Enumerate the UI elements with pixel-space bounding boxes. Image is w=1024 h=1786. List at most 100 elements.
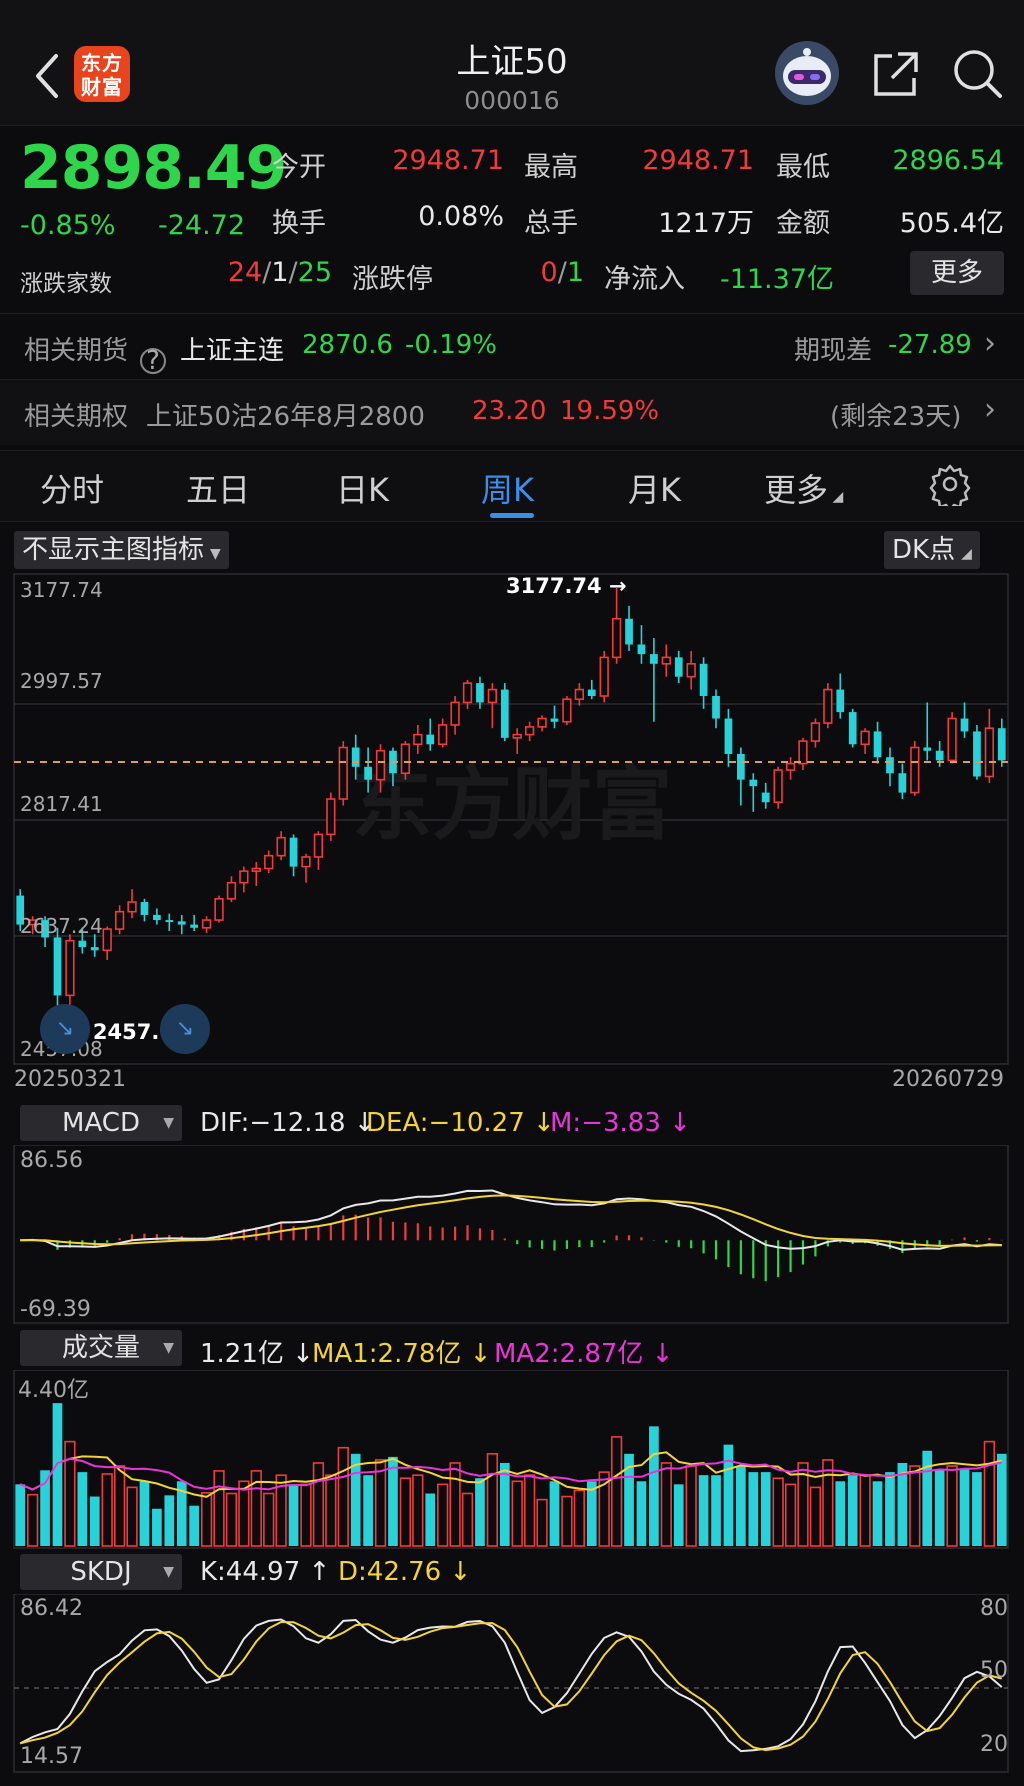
candle-body <box>873 731 882 758</box>
tab-intraday[interactable]: 分时 <box>40 465 104 511</box>
candle-body <box>674 657 683 677</box>
candle-body <box>761 792 770 803</box>
end-date: 20260729 <box>892 1067 1004 1092</box>
volume-bar <box>461 1492 474 1547</box>
back-icon[interactable] <box>28 48 68 104</box>
options-price: 23.20 <box>472 396 547 426</box>
watermark: 东方财富 <box>352 758 672 851</box>
related-futures-row[interactable]: 相关期货 ? 上证主连 2870.6 -0.19% 期现差 -27.89 › <box>0 313 1024 379</box>
volume-value: 1217万 <box>658 208 754 239</box>
buy-signal-icon[interactable]: ↘ <box>40 1004 90 1054</box>
candle-body <box>450 701 460 726</box>
dk-point-button[interactable]: DK点 ◢ <box>884 531 980 569</box>
candle-body <box>611 617 622 659</box>
candle-body <box>65 939 75 997</box>
turnover-label: 换手 <box>272 208 326 239</box>
search-icon[interactable] <box>950 46 1004 100</box>
volume-bar <box>200 1492 213 1547</box>
volume-bar <box>822 1459 834 1547</box>
volume-selector[interactable]: 成交量 ▼ <box>20 1330 182 1366</box>
volume-bar <box>660 1462 672 1547</box>
macd-selector[interactable]: MACD ▼ <box>20 1105 182 1141</box>
options-pct: 19.59% <box>560 396 660 426</box>
pane-frame <box>13 1145 1009 1324</box>
skdj-min: 14.57 <box>20 1744 83 1769</box>
candle-body <box>724 718 733 754</box>
page-title: 上证50 <box>456 42 568 82</box>
tab-five-day[interactable]: 五日 <box>186 465 250 511</box>
volume-bar <box>847 1475 858 1546</box>
candle-body <box>737 753 745 780</box>
main-indicator-selector[interactable]: 不显示主图指标 ▼ <box>14 531 229 569</box>
tab-weekly-k[interactable]: 周K <box>481 465 534 511</box>
volume-bar <box>238 1480 250 1547</box>
candle-body <box>364 766 372 780</box>
volume-bar <box>523 1474 536 1547</box>
candle-body <box>973 731 981 777</box>
candle-body <box>712 696 720 719</box>
volume-bar <box>425 1493 436 1546</box>
volume-bar <box>89 1496 100 1546</box>
skdj-selector[interactable]: SKDJ ▼ <box>20 1554 182 1590</box>
tab-daily-k[interactable]: 日K <box>336 465 389 511</box>
candle-body <box>487 688 498 704</box>
macd-min: -69.39 <box>20 1297 91 1322</box>
volume-bar <box>549 1481 560 1546</box>
volume-bar <box>711 1475 721 1546</box>
low-label: 最低 <box>776 152 830 183</box>
open-value: 2948.71 <box>392 145 504 176</box>
candle-body <box>848 712 857 745</box>
candle-body <box>984 727 995 778</box>
volume-bar <box>113 1465 126 1547</box>
basis-label: 期现差 <box>794 336 873 366</box>
volume-bar <box>760 1472 771 1546</box>
candle-body <box>910 746 920 794</box>
sell-signal-icon[interactable]: ↘ <box>160 1004 210 1054</box>
candle-body <box>351 747 360 767</box>
period-tabs: 分时 五日 日K 周K 月K 更多 ◢ <box>0 450 1024 522</box>
breadth-value: 24/1/25 <box>227 257 332 288</box>
pane-frame <box>13 1594 1009 1773</box>
volume-bar <box>573 1489 585 1547</box>
candle-body <box>773 769 783 804</box>
volume-bar <box>412 1474 424 1547</box>
related-options-row[interactable]: 相关期权 上证50沽26年8月2800 23.20 19.59% (剩余23天)… <box>0 379 1024 445</box>
skdj-chart <box>13 1594 1009 1773</box>
futures-pct: -0.19% <box>405 330 497 360</box>
volume-bar <box>312 1462 325 1547</box>
robot-assistant-icon[interactable] <box>772 40 842 106</box>
candle-body <box>599 656 609 697</box>
y-axis-label: 3177.74 <box>20 578 103 602</box>
volume-bar <box>909 1465 921 1547</box>
volume-bar <box>139 1481 150 1546</box>
candle-body <box>749 779 758 787</box>
limit-label: 涨跌停 <box>352 264 433 295</box>
volume-max: 4.40亿 <box>18 1378 89 1403</box>
volume-bar <box>946 1465 958 1547</box>
candlestick-chart[interactable]: 东方财富 <box>0 570 1024 1070</box>
candle-body <box>140 902 149 915</box>
gear-icon[interactable] <box>928 462 972 506</box>
volume-bar <box>300 1483 312 1547</box>
active-tab-indicator <box>490 513 534 518</box>
tab-more[interactable]: 更多 ◢ <box>764 465 843 511</box>
macd-dea: DEA:−10.27 ↓ <box>366 1108 555 1138</box>
volume-bar <box>748 1472 759 1546</box>
volume-bar <box>126 1486 138 1547</box>
macd-m: M:−3.83 ↓ <box>550 1108 691 1138</box>
share-icon[interactable] <box>870 48 922 100</box>
options-label: 相关期权 <box>24 402 129 432</box>
candle-body <box>798 740 808 765</box>
volume-bar <box>536 1498 548 1547</box>
limit-value: 0/1 <box>540 257 584 288</box>
options-name: 上证50沽26年8月2800 <box>146 402 425 432</box>
volume-bar <box>388 1456 398 1546</box>
futures-price: 2870.6 <box>302 330 393 360</box>
volume-bar <box>736 1466 746 1546</box>
volume-chart <box>13 1370 1009 1549</box>
more-quote-button[interactable]: 更多 <box>910 251 1004 295</box>
tab-monthly-k[interactable]: 月K <box>628 465 681 511</box>
candle-body <box>537 717 547 728</box>
volume-label: 总手 <box>524 208 578 239</box>
candle-body <box>960 718 969 732</box>
